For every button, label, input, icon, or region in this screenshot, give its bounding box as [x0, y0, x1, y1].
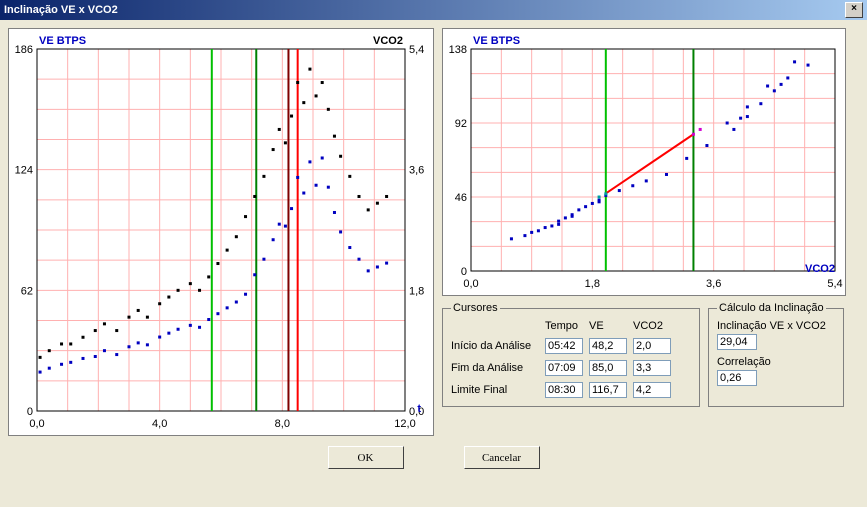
close-button[interactable]: ×	[845, 2, 863, 18]
incl-value-field[interactable]	[717, 334, 757, 350]
svg-text:0: 0	[27, 406, 33, 418]
row-limite-label: Limite Final	[451, 384, 539, 396]
corr-value-field[interactable]	[717, 370, 757, 386]
fim-vco2-field[interactable]	[633, 360, 671, 376]
row-fim-label: Fim da Análise	[451, 362, 539, 374]
calc-legend: Cálculo da Inclinação	[717, 302, 826, 314]
svg-text:1,8: 1,8	[585, 278, 600, 290]
left-chart-right-axis-label: VCO2	[373, 35, 403, 47]
svg-text:12,0: 12,0	[394, 418, 415, 430]
limite-ve-field[interactable]	[589, 382, 627, 398]
limite-vco2-field[interactable]	[633, 382, 671, 398]
svg-text:5,4: 5,4	[827, 278, 842, 290]
fim-tempo-field[interactable]	[545, 360, 583, 376]
inicio-ve-field[interactable]	[589, 338, 627, 354]
incl-label: Inclinação VE x VCO2	[717, 320, 835, 332]
svg-text:186: 186	[15, 44, 33, 56]
titlebar: Inclinação VE x VCO2 ×	[0, 0, 867, 20]
svg-text:5,4: 5,4	[409, 44, 424, 56]
col-vco2: VCO2	[633, 320, 671, 332]
inicio-vco2-field[interactable]	[633, 338, 671, 354]
svg-text:3,6: 3,6	[409, 165, 424, 177]
cursores-legend: Cursores	[451, 302, 500, 314]
limite-tempo-field[interactable]	[545, 382, 583, 398]
left-chart-x-label: t	[417, 403, 421, 415]
svg-text:4,0: 4,0	[152, 418, 167, 430]
svg-text:0: 0	[461, 266, 467, 278]
cursores-panel: Cursores Tempo VE VCO2 Início da Análise…	[442, 302, 700, 407]
svg-text:8,0: 8,0	[275, 418, 290, 430]
svg-text:46: 46	[455, 192, 467, 204]
fim-ve-field[interactable]	[589, 360, 627, 376]
svg-text:0,0: 0,0	[29, 418, 44, 430]
chart-time-series[interactable]: 0,04,08,012,00621241860,01,83,65,4 VE BT…	[8, 28, 434, 436]
row-inicio-label: Início da Análise	[451, 340, 539, 352]
svg-text:124: 124	[15, 165, 33, 177]
svg-text:138: 138	[449, 44, 467, 56]
svg-text:62: 62	[21, 285, 33, 297]
corr-label: Correlação	[717, 356, 835, 368]
right-chart-y-label: VE BTPS	[473, 35, 520, 47]
calc-panel: Cálculo da Inclinação Inclinação VE x VC…	[708, 302, 844, 407]
content: 0,0 4,0 8,0 12,0 0 62 124 186 0,0 1,8 3,6 5,4 VE BT…	[0, 20, 867, 477]
chart-ve-vco2[interactable]: 0,0 1,8 3,6 5,4 0 46 92 138 VE BTPS VCO2	[442, 28, 846, 296]
left-chart-left-axis-label: VE BTPS	[39, 35, 86, 47]
svg-text:0,0: 0,0	[463, 278, 478, 290]
window-title: Inclinação VE x VCO2	[4, 0, 118, 20]
svg-text:1,8: 1,8	[409, 285, 424, 297]
inicio-tempo-field[interactable]	[545, 338, 583, 354]
ok-button[interactable]: OK	[328, 446, 404, 469]
cancel-button[interactable]: Cancelar	[464, 446, 540, 469]
right-chart-x-label: VCO2	[805, 263, 835, 275]
svg-text:92: 92	[455, 118, 467, 130]
col-ve: VE	[589, 320, 627, 332]
col-tempo: Tempo	[545, 320, 583, 332]
svg-text:3,6: 3,6	[706, 278, 721, 290]
